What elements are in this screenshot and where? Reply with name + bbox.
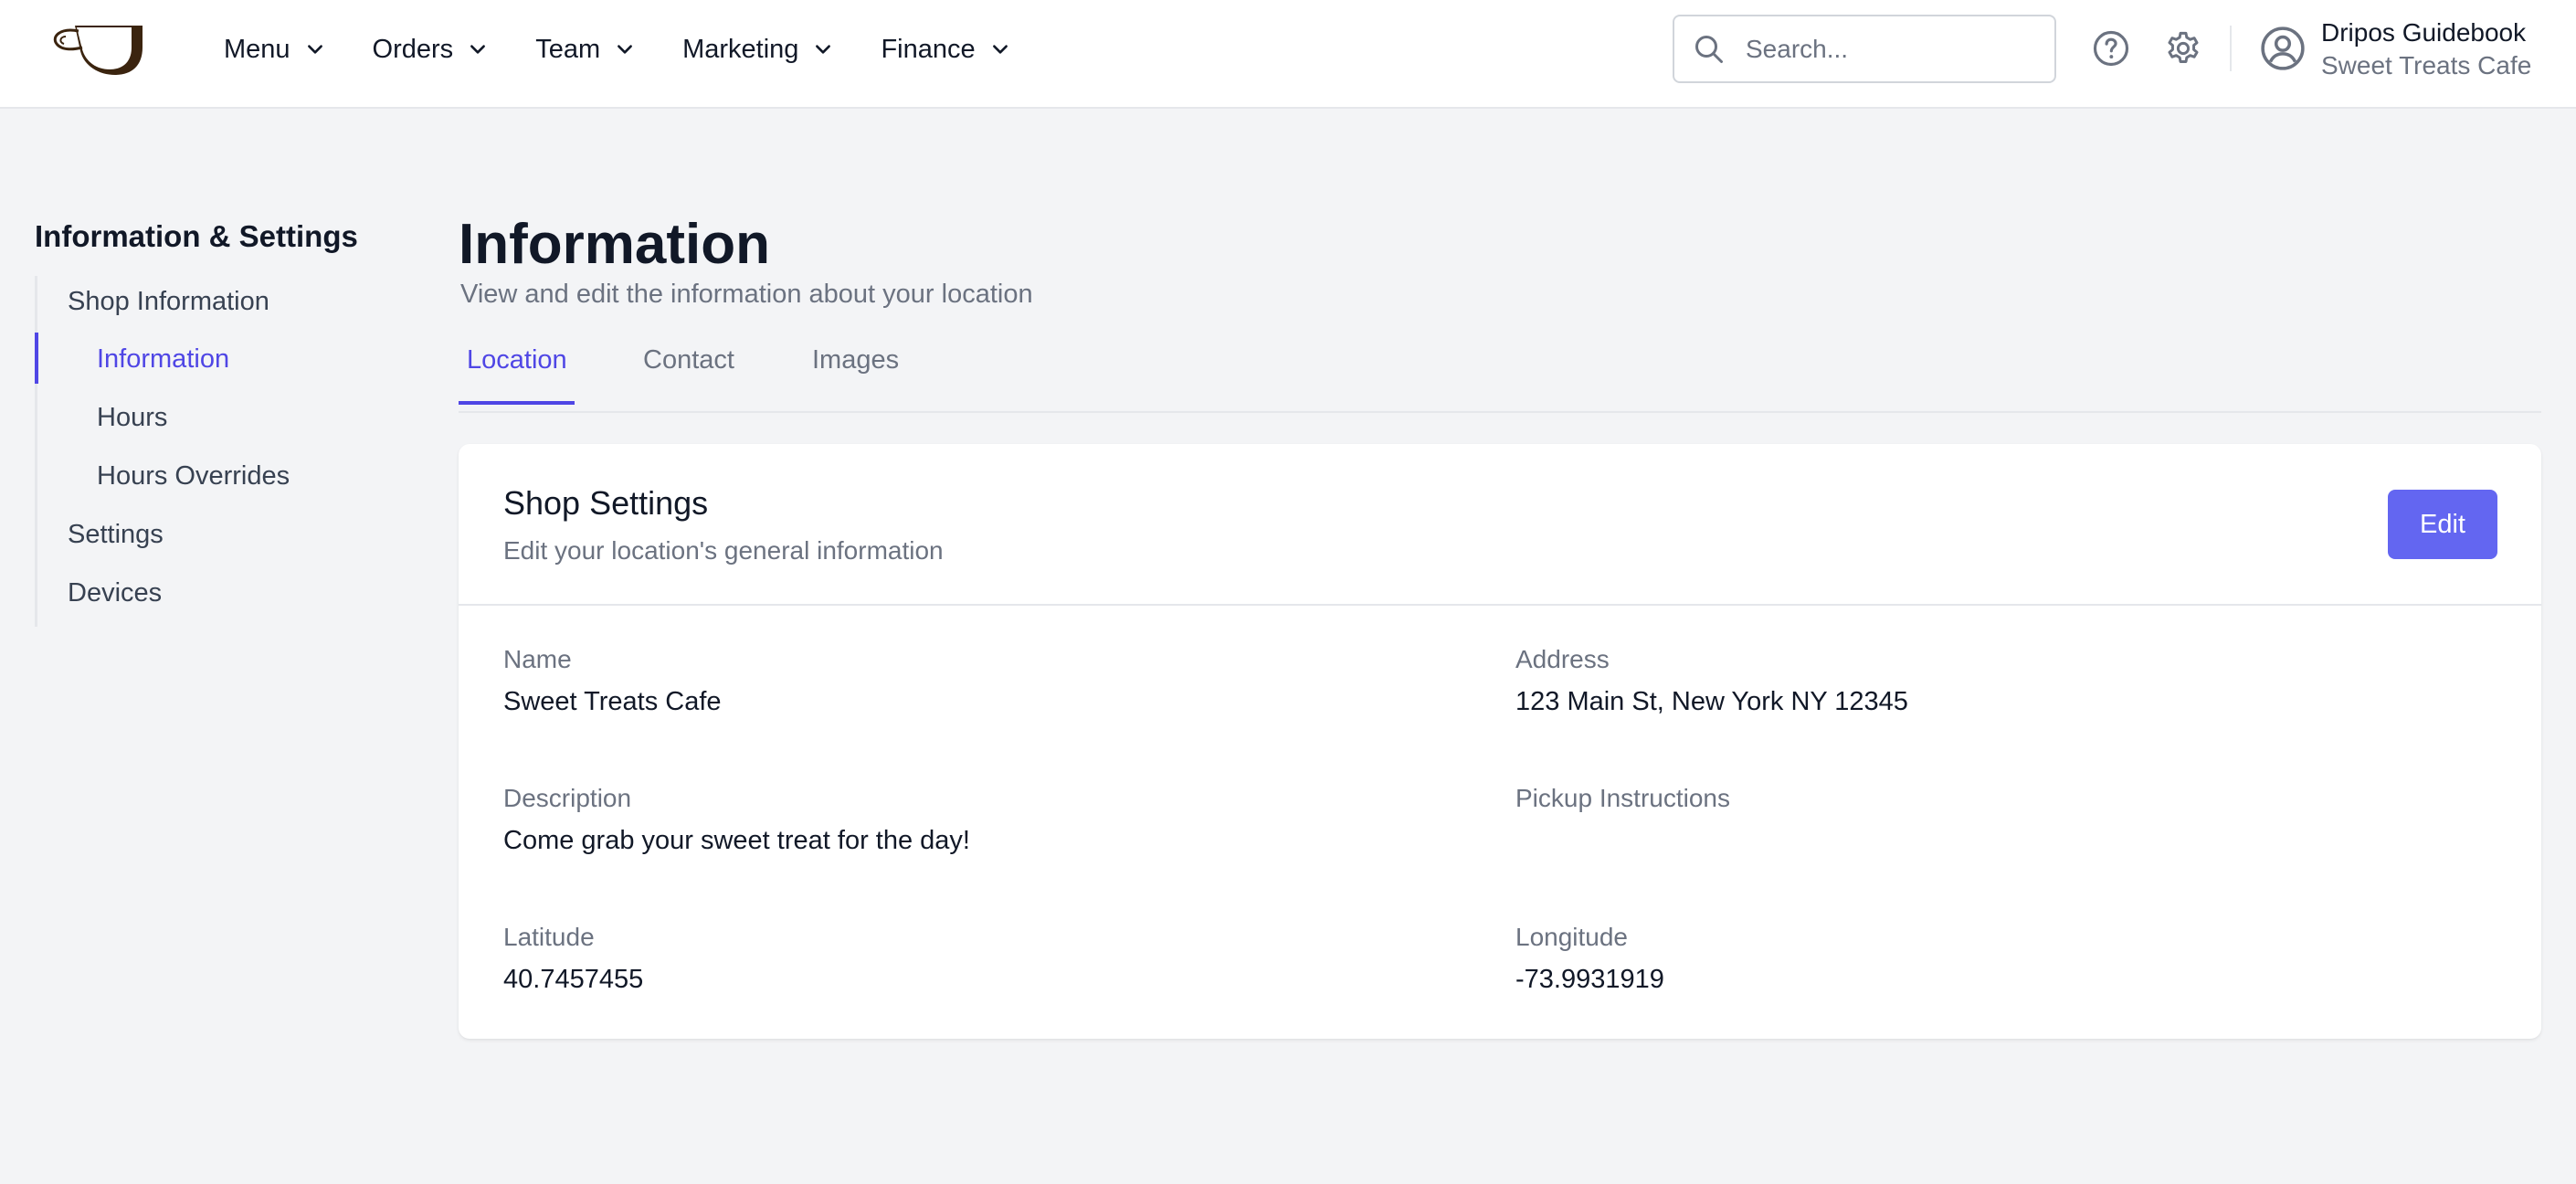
main-nav: Menu Orders Team Marketing Finance <box>224 0 1058 99</box>
chevron-down-icon <box>618 45 633 54</box>
nav-item-menu[interactable]: Menu <box>224 35 325 65</box>
sidebar-item-information[interactable]: Information <box>97 344 229 375</box>
page-subtitle: View and edit the information about your… <box>460 280 1033 309</box>
nav-item-team[interactable]: Team <box>535 35 635 65</box>
nav-item-label: Marketing <box>682 34 799 64</box>
chevron-down-icon <box>470 45 486 54</box>
field-label: Pickup Instructions <box>1515 784 1730 812</box>
coffee-cup-icon[interactable] <box>48 20 148 79</box>
nav-item-label: Orders <box>372 34 454 64</box>
field-pickup-instructions: Pickup Instructions <box>1515 784 1730 857</box>
top-navigation-bar: Menu Orders Team Marketing Finance Searc… <box>0 0 2576 109</box>
sidebar-item-hours[interactable]: Hours <box>97 403 167 433</box>
field-description: Description Come grab your sweet treat f… <box>503 784 970 857</box>
page-title: Information <box>459 213 770 276</box>
field-name: Name Sweet Treats Cafe <box>503 645 722 718</box>
field-value <box>1515 826 1730 857</box>
user-name: Dripos Guidebook <box>2321 18 2527 47</box>
field-label: Description <box>503 784 632 812</box>
field-value: Come grab your sweet treat for the day! <box>503 826 970 855</box>
nav-item-label: Menu <box>224 34 290 64</box>
tab-location[interactable]: Location <box>459 345 575 405</box>
sidebar-title: Information & Settings <box>35 219 358 253</box>
help-circle-icon[interactable] <box>2092 29 2130 68</box>
card-header: Shop Settings Edit your location's gener… <box>459 444 2541 606</box>
nav-item-label: Finance <box>881 34 976 64</box>
chevron-down-icon <box>992 45 1008 54</box>
tab-contact[interactable]: Contact <box>643 345 734 401</box>
shop-settings-card: Shop Settings Edit your location's gener… <box>459 444 2541 1039</box>
field-label: Latitude <box>503 923 595 951</box>
nav-item-finance[interactable]: Finance <box>881 35 1009 65</box>
edit-button[interactable]: Edit <box>2388 490 2497 559</box>
field-value: -73.9931919 <box>1515 965 1664 994</box>
sidebar-item-devices[interactable]: Devices <box>68 578 162 608</box>
sidebar-nav: Shop Information Information Hours Hours… <box>35 276 382 627</box>
sidebar-item-hours-overrides[interactable]: Hours Overrides <box>97 461 290 492</box>
nav-item-orders[interactable]: Orders <box>373 35 489 65</box>
search-icon <box>1695 35 1723 63</box>
field-label: Name <box>503 645 572 673</box>
field-value: Sweet Treats Cafe <box>503 687 722 716</box>
search-box <box>1673 15 2056 83</box>
sidebar-item-settings[interactable]: Settings <box>68 520 164 550</box>
nav-item-label: Team <box>535 34 601 64</box>
tab-bar: Location Contact Images <box>459 320 2541 413</box>
card-title: Shop Settings <box>503 484 709 522</box>
field-label: Address <box>1515 645 1610 673</box>
card-subtitle: Edit your location's general information <box>503 536 944 565</box>
field-value: 123 Main St, New York NY 12345 <box>1515 687 1908 716</box>
field-value: 40.7457455 <box>503 965 644 994</box>
field-label: Longitude <box>1515 923 1629 951</box>
search-input[interactable] <box>1746 34 2038 64</box>
nav-item-marketing[interactable]: Marketing <box>682 35 833 65</box>
field-latitude: Latitude 40.7457455 <box>503 923 643 996</box>
tab-images[interactable]: Images <box>812 345 899 401</box>
field-longitude: Longitude -73.9931919 <box>1515 923 1664 996</box>
gear-icon[interactable] <box>2164 29 2202 68</box>
chevron-down-icon <box>816 45 831 54</box>
toolbar-divider <box>2230 26 2232 71</box>
user-shop-name: Sweet Treats Cafe <box>2321 51 2532 79</box>
active-indicator <box>35 333 38 384</box>
sidebar-item-shop-information[interactable]: Shop Information <box>68 287 269 317</box>
field-address: Address 123 Main St, New York NY 12345 <box>1515 645 1908 718</box>
chevron-down-icon <box>307 45 322 54</box>
user-circle-icon[interactable] <box>2260 26 2306 71</box>
account-menu[interactable]: Dripos Guidebook Sweet Treats Cafe <box>2321 16 2531 82</box>
